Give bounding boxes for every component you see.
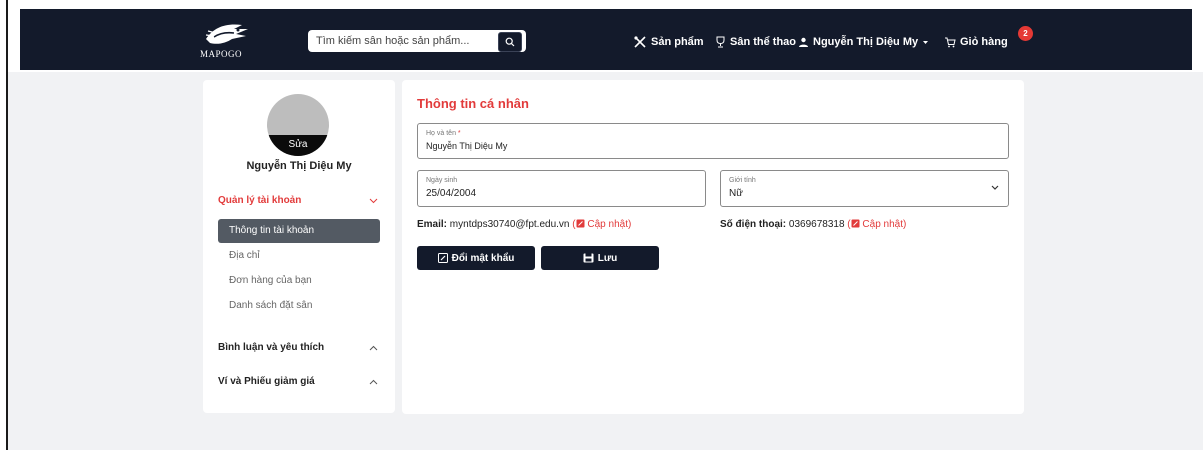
email-label: Email: — [417, 219, 448, 230]
gender-label: Giới tính — [729, 177, 756, 184]
user-icon — [799, 37, 808, 47]
search-bar — [308, 30, 526, 52]
chevron-up-icon — [369, 345, 378, 350]
change-password-button[interactable]: Đổi mật khẩu — [417, 246, 535, 270]
birthday-field[interactable]: Ngày sinh 25/04/2004 — [417, 170, 706, 207]
personal-info-panel: Thông tin cá nhân Họ và tên * Nguyễn Thị… — [402, 80, 1024, 414]
sidebar-item-orders[interactable]: Đơn hàng của bạn — [218, 269, 380, 293]
fullname-label-text: Họ và tên — [426, 130, 456, 137]
cart-count-badge: 2 — [1018, 26, 1033, 41]
email-update-link[interactable]: ( Cập nhật) — [572, 219, 631, 230]
top-navbar: MAPOGO Sản phẩm Sân thể thao Nguyễ — [20, 9, 1192, 70]
sidebar-user-name: Nguyễn Thị Diệu My — [246, 160, 352, 172]
section-label: Ví và Phiếu giảm giá — [218, 376, 315, 387]
trophy-icon — [716, 36, 725, 48]
window-top-strip — [6, 0, 1203, 9]
section-wallet-vouchers[interactable]: Ví và Phiếu giảm giá — [218, 376, 378, 387]
section-label: Bình luận và yêu thích — [218, 342, 325, 353]
birthday-value: 25/04/2004 — [426, 188, 477, 199]
sidebar-item-address[interactable]: Địa chỉ — [218, 244, 380, 268]
phone-label: Số điện thoại: — [720, 219, 787, 230]
tools-icon — [634, 36, 646, 48]
edit-icon — [851, 219, 860, 228]
nav-cart-link[interactable]: Giỏ hàng — [944, 36, 1008, 48]
chevron-up-icon — [369, 379, 378, 384]
account-sidebar: Sửa Nguyễn Thị Diệu My Quản lý tài khoản… — [203, 80, 395, 413]
edit-icon — [576, 219, 585, 228]
fullname-field[interactable]: Họ và tên * Nguyễn Thị Diệu My — [417, 123, 1009, 159]
phone-update-link[interactable]: ( Cập nhật) — [847, 219, 906, 230]
gender-select[interactable]: Giới tính Nữ — [720, 170, 1009, 207]
birthday-label: Ngày sinh — [426, 177, 458, 184]
nav-fields-label: Sân thể thao — [730, 36, 797, 48]
gender-value: Nữ — [729, 188, 743, 199]
email-update-label: Cập nhật — [587, 219, 628, 230]
avatar[interactable]: Sửa — [267, 94, 329, 156]
section-label: Quản lý tài khoản — [218, 195, 302, 206]
phone-row: Số điện thoại: 0369678318 ( Cập nhật) — [720, 219, 906, 230]
search-icon — [505, 37, 515, 47]
chevron-down-icon — [369, 198, 378, 203]
fullname-value: Nguyễn Thị Diệu My — [426, 141, 508, 151]
phone-value: 0369678318 — [788, 219, 845, 230]
avatar-edit-button[interactable]: Sửa — [267, 135, 329, 156]
nav-fields-link[interactable]: Sân thể thao — [715, 36, 796, 48]
sidebar-item-field-bookings[interactable]: Danh sách đặt sân — [218, 294, 380, 318]
nav-user-menu[interactable]: Nguyễn Thị Diệu My — [798, 36, 929, 48]
phone-update-label: Cập nhật — [862, 219, 904, 230]
required-mark: * — [457, 130, 461, 137]
logo[interactable]: MAPOGO — [200, 21, 256, 61]
search-button[interactable] — [498, 32, 522, 52]
save-button[interactable]: Lưu — [541, 246, 659, 270]
nav-products-label: Sản phẩm — [651, 36, 704, 48]
search-input[interactable] — [308, 30, 491, 52]
email-value: myntdps30740@fpt.edu.vn — [449, 219, 570, 230]
logo-text: MAPOGO — [200, 49, 243, 59]
edit-icon — [437, 253, 448, 263]
change-password-label: Đổi mật khẩu — [451, 252, 515, 264]
section-comments-favorites[interactable]: Bình luận và yêu thích — [218, 342, 378, 353]
nav-products-link[interactable]: Sản phẩm — [634, 36, 704, 48]
section-account-management[interactable]: Quản lý tài khoản — [218, 195, 378, 206]
floppy-disk-icon — [583, 253, 594, 263]
cart-icon — [945, 37, 956, 47]
sidebar-item-account-info[interactable]: Thông tin tài khoản — [218, 219, 380, 243]
chevron-down-icon — [991, 185, 999, 190]
nav-cart-label: Giỏ hàng — [960, 36, 1008, 48]
save-label: Lưu — [597, 252, 618, 264]
page-title: Thông tin cá nhân — [417, 96, 529, 111]
nav-user-name: Nguyễn Thị Diệu My — [813, 36, 919, 48]
caret-down-icon — [923, 40, 929, 44]
email-row: Email: myntdps30740@fpt.edu.vn ( Cập nhậ… — [417, 219, 631, 230]
fullname-label: Họ và tên * — [426, 130, 461, 137]
logo-mark-icon — [205, 24, 248, 44]
